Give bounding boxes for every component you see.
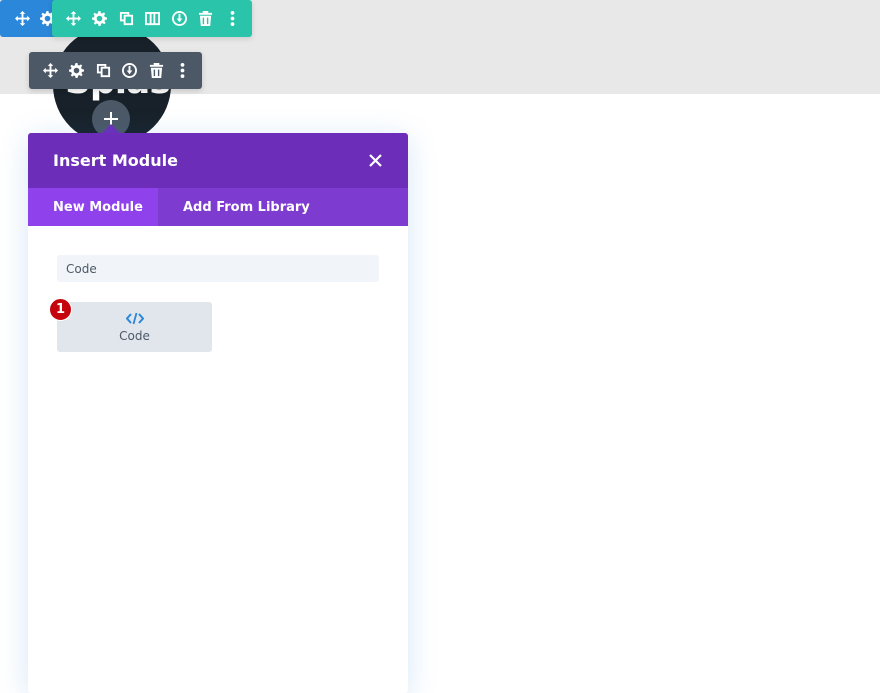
modal-header: Insert Module xyxy=(28,133,408,188)
move-icon[interactable] xyxy=(10,0,35,37)
code-icon xyxy=(125,312,144,324)
save-icon[interactable] xyxy=(117,52,144,89)
trash-icon[interactable] xyxy=(143,52,170,89)
columns-icon[interactable] xyxy=(140,0,167,37)
module-item-code[interactable]: Code xyxy=(57,302,212,352)
save-icon[interactable] xyxy=(166,0,193,37)
insert-module-modal: Insert Module New Module Add From Librar… xyxy=(28,133,408,693)
gear-icon[interactable] xyxy=(87,0,114,37)
modal-title: Insert Module xyxy=(53,151,178,170)
trash-icon[interactable] xyxy=(193,0,220,37)
tab-add-from-library[interactable]: Add From Library xyxy=(158,188,310,226)
row-toolbar xyxy=(52,0,252,37)
duplicate-icon[interactable] xyxy=(90,52,117,89)
more-icon[interactable] xyxy=(170,52,197,89)
tab-new-module[interactable]: New Module xyxy=(28,188,158,226)
module-item-label: Code xyxy=(119,328,150,343)
section-toolbar xyxy=(0,0,60,37)
close-icon xyxy=(368,154,382,167)
module-toolbar xyxy=(29,52,202,89)
move-icon[interactable] xyxy=(60,0,87,37)
move-icon[interactable] xyxy=(37,52,64,89)
step-badge: 1 xyxy=(49,298,72,321)
module-search-input[interactable] xyxy=(57,255,379,282)
duplicate-icon[interactable] xyxy=(113,0,140,37)
more-icon[interactable] xyxy=(219,0,246,37)
close-button[interactable] xyxy=(366,152,384,170)
modal-tabs: New Module Add From Library xyxy=(28,188,408,226)
gear-icon[interactable] xyxy=(64,52,91,89)
